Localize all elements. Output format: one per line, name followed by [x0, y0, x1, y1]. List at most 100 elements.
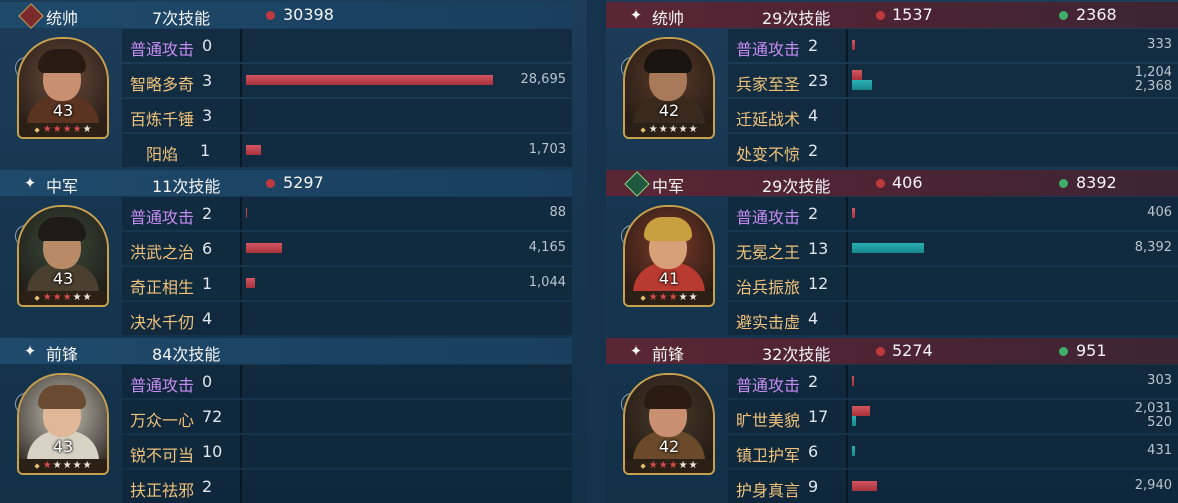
star-rating: ◆ ★ ★ ★ ★ ★: [19, 291, 107, 305]
skill-row-separator: [846, 29, 848, 62]
star-icon: ★: [62, 124, 72, 135]
skill-row-separator: [240, 302, 242, 335]
portrait-hair: [38, 49, 86, 73]
general-portrait[interactable]: 41 ◆ ★ ★ ★ ★ ★: [623, 205, 715, 307]
left-team-panel: 统帅7次技能30398✎43◆★★★★★普通攻击0智略多奇328,695百炼千锤…: [0, 0, 572, 503]
general-portrait[interactable]: 42 ◆ ★ ★ ★ ★ ★: [623, 37, 715, 139]
star-icon: ★: [62, 460, 72, 471]
general-level: 41: [658, 269, 680, 288]
skill-row: 奇正相生 1 1,044: [122, 267, 572, 300]
skill-cast-count: 2: [808, 36, 819, 55]
skill-name: 智略多奇: [130, 75, 195, 94]
skill-row-separator: [240, 267, 242, 300]
skill-cast-count: 13: [808, 239, 829, 258]
skill-row: 迁延战术 4: [728, 99, 1178, 132]
skill-name: 阳焰: [146, 145, 179, 164]
star-icon: ★: [658, 460, 668, 471]
general-level: 43: [52, 101, 74, 120]
general-portrait[interactable]: 43 ◆ ★ ★ ★ ★ ★: [17, 373, 109, 475]
skill-value: 2,031: [1134, 401, 1172, 416]
skill-row-separator: [846, 267, 848, 300]
skill-row-separator: [846, 302, 848, 335]
general-portrait[interactable]: 43 ◆ ★ ★ ★ ★ ★: [17, 37, 109, 139]
general-header: ✦ 前锋 32次技能 5274 951: [606, 338, 1178, 364]
general-portrait-area[interactable]: ✎43◆★★★★★: [0, 28, 122, 167]
general-section: 统帅7次技能30398✎43◆★★★★★普通攻击0智略多奇328,695百炼千锤…: [0, 0, 572, 167]
star-icon: ★: [658, 292, 668, 303]
skill-value-secondary: 2,368: [1134, 79, 1172, 94]
skill-row-separator: [240, 435, 242, 468]
skill-row: 普通攻击 2 333: [728, 29, 1178, 62]
heal-total: 8392: [1076, 173, 1117, 192]
damage-dot: [266, 179, 275, 188]
skill-row-background: [122, 134, 572, 167]
damage-dot: [876, 347, 885, 356]
skill-name: 普通攻击: [130, 376, 195, 395]
skill-cast-count: 6: [808, 442, 819, 461]
general-portrait[interactable]: 43 ◆ ★ ★ ★ ★ ★: [17, 205, 109, 307]
damage-dot: [876, 179, 885, 188]
skill-cast-count: 3: [202, 71, 213, 90]
star-rating: ◆ ★ ★ ★ ★ ★: [625, 123, 713, 137]
star-icon: ★: [52, 460, 62, 471]
general-portrait-area[interactable]: ✎43◆★★★★★: [0, 196, 122, 335]
general-portrait-area[interactable]: ❦42◆★★★★★: [606, 28, 728, 167]
spark-icon: ✦: [629, 6, 643, 24]
damage-total: 30398: [283, 5, 334, 24]
damage-bar: [246, 75, 493, 85]
star-icon: ★: [668, 292, 678, 303]
heal-dot: [1059, 179, 1068, 188]
skill-row-separator: [240, 134, 242, 167]
heart-icon: [624, 171, 650, 197]
damage-bar: [852, 40, 855, 50]
skill-name: 普通攻击: [130, 40, 195, 59]
damage-bar: [246, 278, 255, 288]
general-portrait-area[interactable]: ☁42◆★★★★★: [606, 364, 728, 503]
star-icon: ★: [72, 292, 82, 303]
skill-row-separator: [240, 99, 242, 132]
general-level: 42: [658, 101, 680, 120]
skill-cast-count: 0: [202, 372, 213, 391]
general-portrait-area[interactable]: ❦41◆★★★★★: [606, 196, 728, 335]
general-level: 43: [52, 269, 74, 288]
star-icon: ★: [648, 460, 658, 471]
skill-name: 决水千仞: [130, 313, 195, 332]
skill-value: 303: [1147, 373, 1172, 388]
general-section: ✦前锋32次技能5274951☁42◆★★★★★普通攻击2303旷世美貌172,…: [606, 336, 1178, 503]
skill-cast-count: 72: [202, 407, 223, 426]
skill-row-separator: [240, 232, 242, 265]
general-header: ✦ 前锋 84次技能: [0, 338, 572, 364]
skill-row-separator: [846, 232, 848, 265]
general-header: 统帅 7次技能 30398: [0, 2, 572, 29]
skill-name: 镇卫护军: [736, 446, 801, 465]
skill-row: 普通攻击 2 88: [122, 197, 572, 230]
star-rating: ◆ ★ ★ ★ ★ ★: [625, 291, 713, 305]
star-icon: ★: [688, 124, 698, 135]
role-name: 前锋: [46, 345, 79, 364]
skill-value: 406: [1147, 205, 1172, 220]
damage-dot: [266, 11, 275, 20]
role-name: 统帅: [652, 9, 685, 28]
star-icon: ★: [658, 124, 668, 135]
skill-value: 1,044: [528, 275, 566, 290]
skill-row-separator: [846, 99, 848, 132]
skill-cast-count: 0: [202, 36, 213, 55]
skill-value: 2,940: [1134, 478, 1172, 493]
skill-cast-count: 3: [202, 106, 213, 125]
skill-row: 锐不可当 10: [122, 435, 572, 468]
damage-bar: [246, 208, 247, 218]
skill-count: 7次技能: [152, 9, 211, 28]
damage-bar: [852, 481, 877, 491]
skill-row: 旷世美貌 17 2,031 520: [728, 400, 1178, 433]
general-section: ✦前锋84次技能☁43◆★★★★★普通攻击0万众一心72锐不可当10扶正祛邪2: [0, 336, 572, 503]
general-portrait-area[interactable]: ☁43◆★★★★★: [0, 364, 122, 503]
skill-row: 治兵振旅 12: [728, 267, 1178, 300]
skill-row: 扶正祛邪 2: [122, 470, 572, 503]
star-icon: ★: [678, 124, 688, 135]
skill-name: 扶正祛邪: [130, 481, 195, 500]
skill-cast-count: 1: [202, 274, 213, 293]
general-portrait[interactable]: 42 ◆ ★ ★ ★ ★ ★: [623, 373, 715, 475]
right-team-panel: ✦统帅29次技能15372368❦42◆★★★★★普通攻击2333兵家至圣231…: [606, 0, 1178, 503]
skill-value: 88: [549, 205, 566, 220]
skill-name: 普通攻击: [130, 208, 195, 227]
